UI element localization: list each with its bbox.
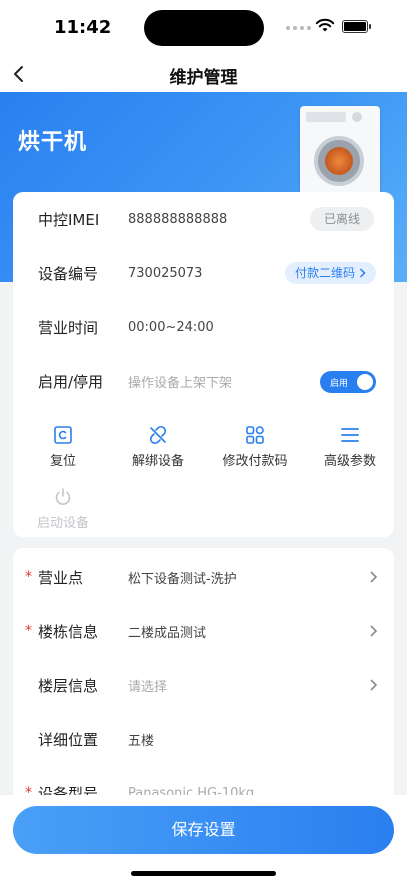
reset-button[interactable]: 复位 <box>17 424 109 469</box>
chevron-right-icon <box>359 268 366 278</box>
chevron-right-icon <box>370 625 378 637</box>
unbind-icon <box>149 425 167 445</box>
payment-qr-label: 付款二维码 <box>294 266 355 280</box>
unbind-label: 解绑设备 <box>131 454 184 469</box>
device-no-row: 设备编号 730025073 付款二维码 <box>13 246 394 300</box>
payment-qr-button[interactable]: 付款二维码 <box>284 262 376 284</box>
save-settings-button[interactable]: 保存设置 <box>13 806 394 854</box>
enable-hint: 操作设备上架下架 <box>128 375 233 391</box>
detail-label: 详细位置 <box>38 730 99 749</box>
hours-label: 营业时间 <box>38 318 99 337</box>
toggle-knob <box>357 374 373 390</box>
enable-toggle[interactable]: 启用 <box>320 371 376 393</box>
nav-bar: 维护管理 <box>0 56 407 92</box>
imei-label: 中控IMEI <box>38 210 100 229</box>
chevron-right-icon <box>370 679 378 691</box>
imei-row: 中控IMEI 888888888888 已离线 <box>13 192 394 246</box>
dynamic-island <box>144 10 264 46</box>
floor-row[interactable]: 楼层信息 请选择 <box>13 658 394 712</box>
toggle-label: 启用 <box>330 379 349 389</box>
enable-row: 启用/停用 操作设备上架下架 启用 <box>13 354 394 408</box>
offline-status-badge: 已离线 <box>309 207 374 231</box>
battery-icon <box>342 20 371 33</box>
device-type-title: 烘干机 <box>18 130 88 155</box>
enable-label: 启用/停用 <box>38 372 104 391</box>
building-label: 楼栋信息 <box>38 622 99 641</box>
site-label: 营业点 <box>38 568 84 587</box>
unbind-button[interactable]: 解绑设备 <box>112 424 204 469</box>
bottom-action-bar: 保存设置 <box>0 795 407 883</box>
detail-row: 详细位置 五楼 <box>13 712 394 766</box>
edit-payment-code-label: 修改付款码 <box>222 454 288 469</box>
hours-row: 营业时间 00:00~24:00 <box>13 300 394 354</box>
menu-lines-icon <box>341 428 359 442</box>
edit-payment-code-button[interactable]: 修改付款码 <box>209 424 301 469</box>
clock: 11:42 <box>54 17 112 38</box>
floor-label: 楼层信息 <box>38 676 99 695</box>
wifi-icon <box>315 18 335 32</box>
advanced-params-button[interactable]: 高级参数 <box>304 424 396 469</box>
building-row[interactable]: * 楼栋信息 二楼成品测试 <box>13 604 394 658</box>
site-row[interactable]: * 营业点 松下设备测试-洗护 <box>13 550 394 604</box>
qr-grid-icon <box>246 426 264 444</box>
power-icon <box>55 488 71 505</box>
required-mark: * <box>25 569 32 585</box>
chevron-right-icon <box>370 571 378 583</box>
advanced-params-label: 高级参数 <box>323 454 376 469</box>
detail-input[interactable]: 五楼 <box>128 730 154 749</box>
site-value: 松下设备测试-洗护 <box>128 571 237 587</box>
status-bar: 11:42 <box>0 0 407 56</box>
cellular-signal-icon <box>286 26 311 30</box>
location-info-card: * 营业点 松下设备测试-洗护 * 楼栋信息 二楼成品测试 楼层信息 请选择 详… <box>13 548 394 808</box>
home-indicator <box>131 871 276 876</box>
reset-icon <box>54 426 72 444</box>
start-device-button[interactable]: 启动设备 <box>17 486 109 531</box>
page-title: 维护管理 <box>169 68 238 88</box>
required-mark: * <box>25 623 32 639</box>
hours-value: 00:00~24:00 <box>128 319 214 335</box>
building-value: 二楼成品测试 <box>128 625 207 641</box>
action-grid: 复位 解绑设备 修改付款码 高级参数 启动设备 <box>13 424 394 534</box>
device-no-value: 730025073 <box>128 265 203 281</box>
device-info-card: 中控IMEI 888888888888 已离线 设备编号 730025073 付… <box>13 192 394 537</box>
device-no-label: 设备编号 <box>38 264 99 283</box>
reset-label: 复位 <box>49 454 76 469</box>
imei-value: 888888888888 <box>128 211 228 227</box>
start-device-label: 启动设备 <box>36 516 89 531</box>
floor-select[interactable]: 请选择 <box>128 676 167 695</box>
dryer-illustration <box>300 106 380 202</box>
